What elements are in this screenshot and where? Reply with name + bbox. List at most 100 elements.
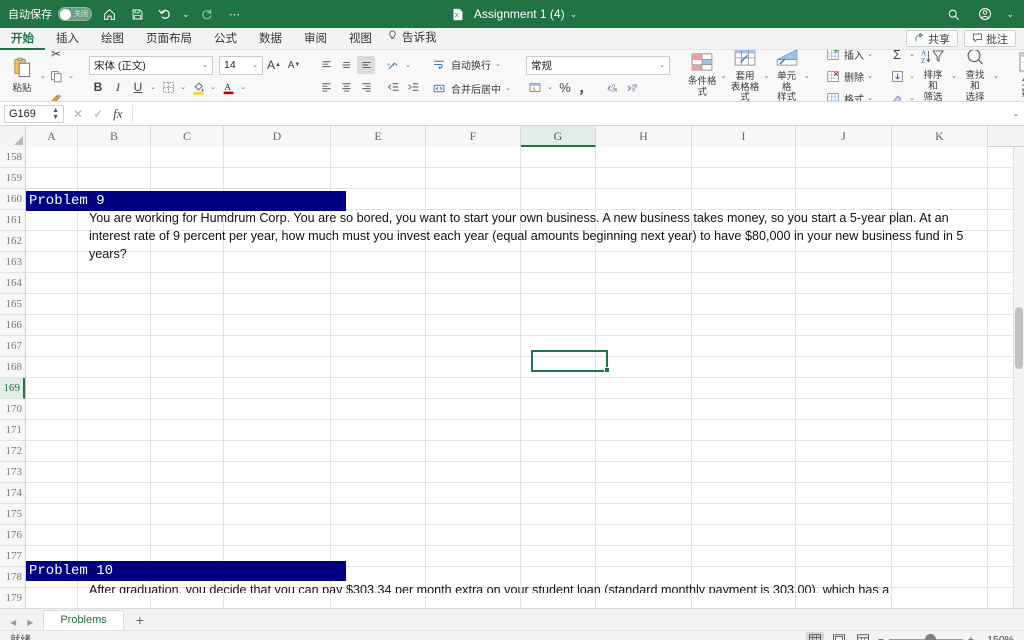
font-name-chevron-icon[interactable]: ⌄ (202, 61, 208, 69)
column-header-h[interactable]: H (596, 126, 692, 147)
share-button[interactable]: 共享 (906, 30, 958, 47)
align-center-icon[interactable] (337, 78, 355, 96)
row-header-165[interactable]: 165 (0, 294, 25, 315)
wrap-text-chevron-icon[interactable]: ⌄ (494, 60, 502, 68)
page-break-view-icon[interactable] (854, 632, 872, 640)
font-size-input[interactable]: 14 ⌄ (219, 55, 263, 75)
borders-chevron-icon[interactable]: ⌄ (179, 83, 187, 91)
clear-button[interactable]: ⌄ (888, 88, 916, 101)
row-header-164[interactable]: 164 (0, 273, 25, 294)
align-left-icon[interactable] (317, 78, 335, 96)
zoom-slider[interactable]: − + (878, 633, 974, 640)
cell-styles-button[interactable]: 单元格 样式 (770, 50, 804, 101)
number-format-select[interactable]: 常规 ⌄ (526, 55, 670, 75)
row-header-160[interactable]: 160 (0, 189, 25, 210)
account-chevron-icon[interactable]: ⌄ (1006, 9, 1014, 20)
normal-view-icon[interactable] (805, 632, 824, 640)
format-painter-button[interactable] (47, 88, 75, 101)
autosum-chevron-icon[interactable]: ⌄ (908, 50, 916, 58)
row-header-159[interactable]: 159 (0, 168, 25, 189)
column-header-k[interactable]: K (892, 126, 988, 147)
increase-indent-icon[interactable] (404, 78, 422, 96)
insert-cells-button[interactable]: 插入 ⌄ (824, 50, 874, 64)
cancel-icon[interactable]: ✕ (73, 107, 83, 121)
redo-icon[interactable] (196, 3, 218, 25)
copy-dropdown-chevron-icon[interactable]: ⌄ (67, 72, 75, 80)
column-header-c[interactable]: C (151, 126, 224, 147)
save-icon[interactable] (126, 3, 148, 25)
column-header-j[interactable]: J (796, 126, 892, 147)
column-header-b[interactable]: B (78, 126, 151, 147)
row-header-170[interactable]: 170 (0, 399, 25, 420)
increase-font-size-icon[interactable]: A ▲ (265, 56, 283, 74)
underline-chevron-icon[interactable]: ⌄ (149, 83, 157, 91)
row-header-172[interactable]: 172 (0, 441, 25, 462)
orientation-chevron-icon[interactable]: ⌄ (404, 61, 412, 69)
autosave-toggle[interactable]: 关闭 (58, 7, 92, 21)
number-format-chevron-icon[interactable]: ⌄ (659, 61, 665, 69)
zoom-out-button[interactable]: − (878, 634, 884, 640)
sort-filter-chevron-icon[interactable]: ⌄ (950, 72, 958, 80)
row-header-174[interactable]: 174 (0, 483, 25, 504)
zoom-level-label[interactable]: 150% (980, 634, 1014, 640)
row-header-167[interactable]: 167 (0, 336, 25, 357)
merge-center-chevron-icon[interactable]: ⌄ (504, 84, 512, 92)
column-header-i[interactable]: I (692, 126, 796, 147)
fill-color-icon[interactable] (189, 78, 207, 96)
row-header-175[interactable]: 175 (0, 504, 25, 525)
undo-dropdown-chevron-icon[interactable]: ⌄ (182, 9, 190, 20)
column-header-g[interactable]: G (521, 126, 596, 147)
find-select-chevron-icon[interactable]: ⌄ (992, 72, 1000, 80)
cell-styles-chevron-icon[interactable]: ⌄ (804, 72, 810, 80)
row-header-163[interactable]: 163 (0, 252, 25, 273)
name-box-spinner-icon[interactable]: ▲ ▼ (52, 107, 59, 121)
font-color-chevron-icon[interactable]: ⌄ (239, 83, 247, 91)
sort-filter-button[interactable]: AZ 排序和 筛选 (916, 50, 950, 101)
paste-button[interactable]: 粘贴 (5, 57, 39, 95)
row-header-166[interactable]: 166 (0, 315, 25, 336)
next-sheet-icon[interactable]: ▶ (27, 618, 33, 627)
format-as-table-button[interactable]: 套用 表格格式 (727, 50, 763, 101)
copy-button[interactable]: ⌄ (47, 66, 75, 86)
add-sheet-button[interactable]: + (124, 612, 156, 630)
ribbon-tab-review[interactable]: 审阅 (293, 28, 338, 50)
row-header-169[interactable]: 169 (0, 378, 25, 399)
paste-dropdown-chevron-icon[interactable]: ⌄ (39, 72, 47, 80)
increase-decimal-icon[interactable]: .0.00 (603, 78, 621, 96)
problem-10-text[interactable]: After graduation, you decide that you ca… (89, 581, 977, 593)
selection-fill-handle[interactable] (604, 367, 610, 373)
name-box[interactable]: G169 ▲ ▼ (4, 104, 64, 123)
row-header-171[interactable]: 171 (0, 420, 25, 441)
accounting-format-icon[interactable]: $ (526, 78, 544, 96)
column-header-d[interactable]: D (224, 126, 331, 147)
bold-button[interactable]: B (89, 78, 107, 96)
cells-area[interactable]: Problem 9 You are working for Humdrum Co… (26, 147, 1024, 608)
problem-9-banner[interactable]: Problem 9 (26, 191, 346, 211)
search-icon[interactable] (942, 3, 964, 25)
selected-cell-g169[interactable] (531, 350, 608, 372)
format-cells-button[interactable]: 格式 ⌄ (824, 88, 874, 101)
problem-10-banner[interactable]: Problem 10 (26, 561, 346, 581)
autosum-button[interactable]: Σ ⌄ (888, 50, 916, 64)
fill-button[interactable]: ⌄ (888, 66, 916, 86)
row-header-177[interactable]: 177 (0, 546, 25, 567)
column-header-a[interactable]: A (26, 126, 78, 147)
document-title-chevron-icon[interactable]: ⌄ (570, 9, 578, 20)
decrease-indent-icon[interactable] (384, 78, 402, 96)
fill-chevron-icon[interactable]: ⌄ (908, 72, 916, 80)
home-icon[interactable] (98, 3, 120, 25)
italic-button[interactable]: I (109, 78, 127, 96)
comments-button[interactable]: 批注 (964, 30, 1016, 47)
prev-sheet-icon[interactable]: ◀ (10, 618, 16, 627)
insert-cells-chevron-icon[interactable]: ⌄ (866, 50, 874, 58)
ribbon-tab-view[interactable]: 视图 (338, 28, 383, 50)
wrap-text-button[interactable]: 自动换行 ⌄ (430, 53, 512, 75)
merge-center-button[interactable]: 合并后居中 ⌄ (430, 77, 512, 99)
row-header-173[interactable]: 173 (0, 462, 25, 483)
row-header-161[interactable]: 161 (0, 210, 25, 231)
more-commands-icon[interactable]: ⋯ (224, 3, 246, 25)
ribbon-tab-draw[interactable]: 绘图 (90, 28, 135, 50)
format-cells-chevron-icon[interactable]: ⌄ (866, 94, 874, 101)
problem-9-text[interactable]: You are working for Humdrum Corp. You ar… (89, 209, 977, 263)
tell-me-box[interactable]: 告诉我 (383, 28, 448, 50)
